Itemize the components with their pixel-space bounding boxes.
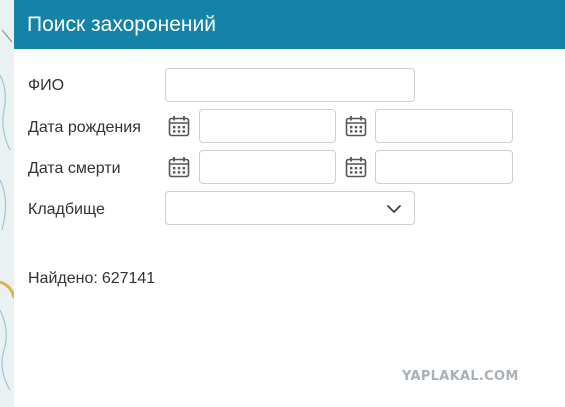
burial-search-panel: Поиск захоронений ФИО Дата рождения Дата… bbox=[14, 0, 565, 407]
calendar-icon[interactable] bbox=[344, 114, 368, 138]
cemetery-select[interactable] bbox=[165, 191, 415, 225]
birth-date-to-input[interactable] bbox=[375, 109, 513, 143]
death-date-to-input[interactable] bbox=[375, 150, 513, 184]
death-date-from-input[interactable] bbox=[199, 150, 336, 184]
birth-date-label: Дата рождения bbox=[28, 119, 141, 136]
calendar-icon[interactable] bbox=[344, 155, 368, 179]
map-lines bbox=[0, 29, 14, 391]
cemetery-label: Кладбище bbox=[28, 201, 105, 218]
site-watermark: YAPLAKAL.COM bbox=[402, 369, 519, 384]
birth-date-from-input[interactable] bbox=[199, 109, 336, 143]
found-count: 627141 bbox=[101, 270, 156, 287]
death-date-label: Дата смерти bbox=[28, 160, 121, 177]
found-label: Найдено: bbox=[28, 270, 98, 287]
chevron-down-icon bbox=[387, 205, 401, 213]
panel-title: Поиск захоронений bbox=[14, 0, 565, 49]
results-found: Найдено: 627141 bbox=[28, 270, 155, 288]
calendar-icon[interactable] bbox=[167, 155, 191, 179]
fio-input[interactable] bbox=[165, 68, 415, 102]
map-background[interactable] bbox=[0, 0, 14, 407]
fio-label: ФИО bbox=[28, 77, 65, 94]
calendar-icon[interactable] bbox=[167, 114, 191, 138]
